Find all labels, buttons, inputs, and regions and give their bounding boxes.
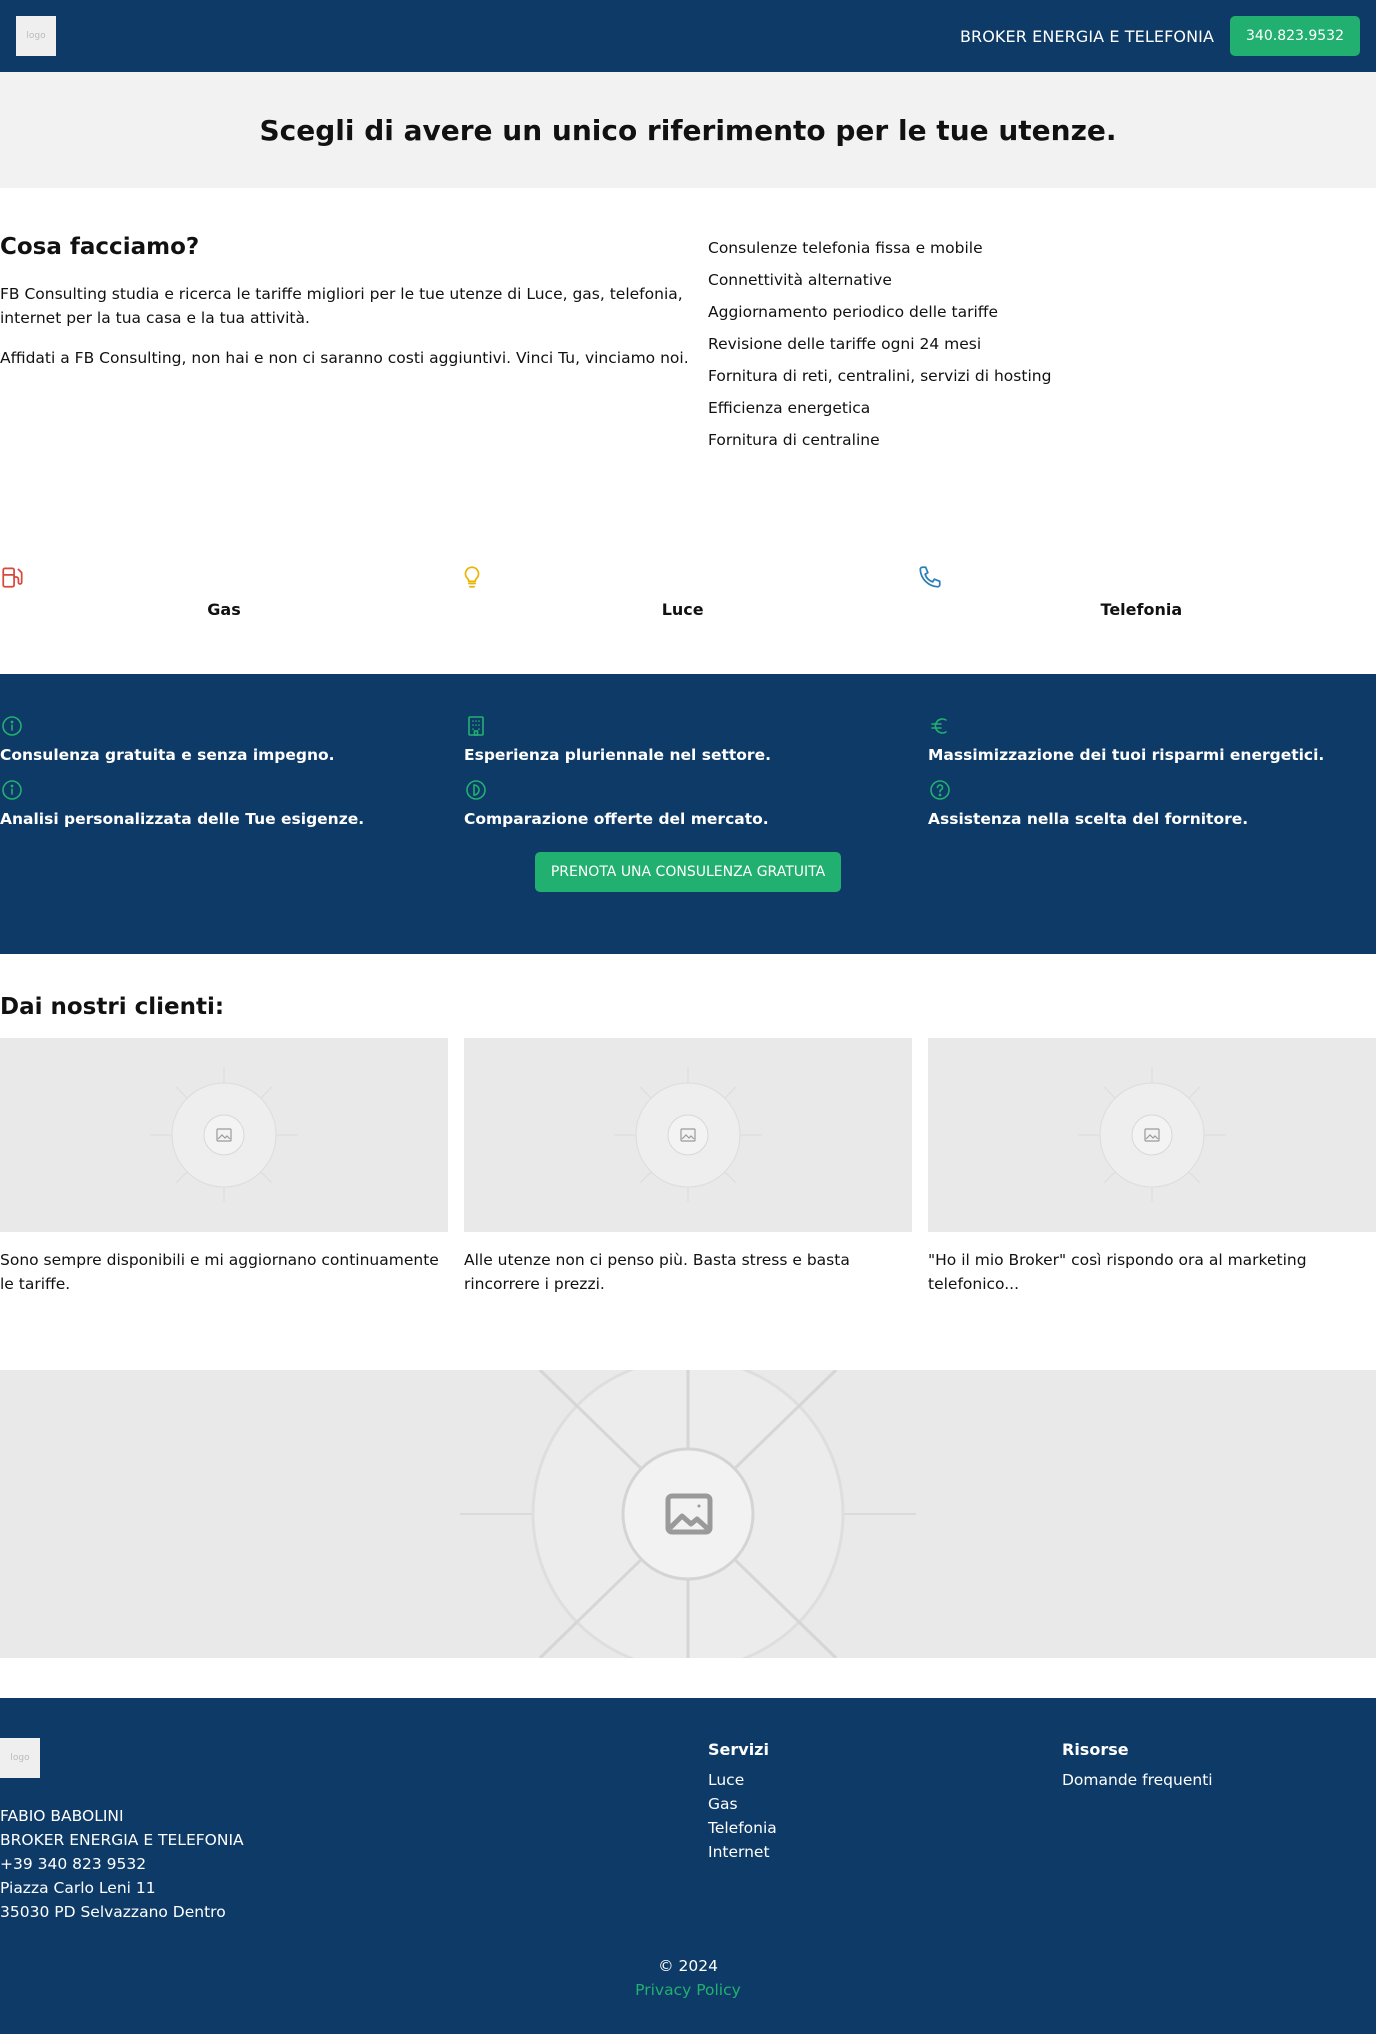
question-icon [930,780,950,800]
banner-image-placeholder [0,1370,1376,1658]
footer-resources: Risorse Domande frequenti [1062,1738,1213,1924]
benefit-item: Assistenza nella scelta del fornitore. [928,778,1376,828]
footer-bottom: © 2024 Privacy Policy [0,1954,1376,2002]
footer-logo[interactable]: logo [0,1738,40,1778]
testimonial-card: "Ho il mio Broker" così rispondo ora al … [928,1038,1376,1296]
footer-columns: logo FABIO BABOLINI BROKER ENERGIA E TEL… [0,1738,1376,1924]
benefit-item: Analisi personalizzata delle Tue esigenz… [0,778,464,828]
utility-label: Gas [207,600,241,619]
testimonial-card: Sono sempre disponibili e mi aggiornano … [0,1038,448,1296]
privacy-policy-link[interactable]: Privacy Policy [635,1981,741,1999]
utility-telefonia: Telefonia [917,554,1376,668]
service-item: Fornitura di reti, centralini, servizi d… [708,367,1052,385]
book-consultation-button[interactable]: PRENOTA UNA CONSULENZA GRATUITA [534,852,842,892]
testimonials-grid: Sono sempre disponibili e mi aggiornano … [0,1038,1376,1296]
benefits-grid: Consulenza gratuita e senza impegno. Esp… [0,714,1376,828]
logo-alt-text: logo [10,1753,30,1763]
site-logo[interactable]: logo [16,16,56,56]
utilities-row: Gas Luce Telefonia [0,554,1376,668]
logo-alt-text: logo [26,31,46,41]
intro-paragraph: FB Consulting studia e ricerca le tariff… [0,285,683,327]
footer-contact: logo FABIO BABOLINI BROKER ENERGIA E TEL… [0,1738,708,1924]
testimonial-card: Alle utenze non ci penso più. Basta stre… [464,1038,912,1296]
contact-line: FABIO BABOLINI [0,1807,124,1825]
benefit-text: Esperienza pluriennale nel settore. [464,746,771,764]
utility-gas: Gas [0,554,459,668]
footer-link-faq[interactable]: Domande frequenti [1062,1768,1213,1792]
image-placeholder-icon [150,1068,298,1202]
site-footer: logo FABIO BABOLINI BROKER ENERGIA E TEL… [0,1698,1376,2034]
footer-link-internet[interactable]: Internet [708,1840,1062,1864]
image-placeholder-icon [1078,1068,1226,1202]
building-icon [468,716,484,736]
service-item: Revisione delle tariffe ogni 24 mesi [708,335,982,353]
benefit-item: Comparazione offerte del mercato. [464,778,928,828]
image-placeholder-icon [614,1068,762,1202]
benefit-text: Massimizzazione dei tuoi risparmi energe… [928,746,1325,764]
benefit-item: Massimizzazione dei tuoi risparmi energe… [928,714,1376,764]
service-item: Fornitura di centraline [708,431,880,449]
info-icon [2,780,22,800]
footer-link-luce[interactable]: Luce [708,1768,1062,1792]
service-item: Aggiornamento periodico delle tariffe [708,303,998,321]
footer-link-telefonia[interactable]: Telefonia [708,1816,1062,1840]
benefit-text: Comparazione offerte del mercato. [464,810,769,828]
utility-label: Luce [661,600,704,619]
image-placeholder [928,1038,1376,1232]
compare-icon [466,780,486,800]
contact-line: +39 340 823 9532 [0,1855,147,1873]
hero-banner: Scegli di avere un unico riferimento per… [0,72,1376,188]
benefit-item: Esperienza pluriennale nel settore. [464,714,928,764]
top-navbar: logo BROKER ENERGIA E TELEFONIA 340.823.… [0,0,1376,72]
testimonial-text: "Ho il mio Broker" così rispondo ora al … [928,1251,1307,1293]
service-item: Efficienza energetica [708,399,871,417]
hero-title: Scegli di avere un unico riferimento per… [259,113,1117,147]
clients-title: Dai nostri clienti: [0,994,225,1020]
clients-section: Dai nostri clienti: Sono sempre disponib… [0,954,1376,1296]
phone-icon [919,566,941,588]
copyright: © 2024 [658,1957,718,1975]
benefit-text: Consulenza gratuita e senza impegno. [0,746,335,764]
lightbulb-icon [464,566,480,588]
nav-tagline: BROKER ENERGIA E TELEFONIA [959,26,1215,46]
footer-services-title: Servizi [708,1740,769,1759]
benefits-section: Consulenza gratuita e senza impegno. Esp… [0,674,1376,954]
nav-right: BROKER ENERGIA E TELEFONIA 340.823.9532 [960,16,1360,56]
image-placeholder [464,1038,912,1232]
utility-label: Telefonia [1100,600,1183,619]
benefit-text: Analisi personalizzata delle Tue esigenz… [0,810,365,828]
contact-line: Piazza Carlo Leni 11 [0,1879,156,1897]
cta-wrap: PRENOTA UNA CONSULENZA GRATUITA [0,852,1376,892]
benefit-text: Assistenza nella scelta del fornitore. [928,810,1249,828]
testimonial-text: Sono sempre disponibili e mi aggiornano … [0,1251,439,1293]
fuel-pump-icon [2,567,23,588]
info-icon [2,716,22,736]
footer-services: Servizi Luce Gas Telefonia Internet [708,1738,1062,1924]
footer-link-gas[interactable]: Gas [708,1792,1062,1816]
utility-luce: Luce [459,554,918,668]
service-item: Consulenze telefonia fissa e mobile [708,239,983,257]
contact-line: 35030 PD Selvazzano Dentro [0,1903,226,1921]
what-we-do-title: Cosa facciamo? [0,234,200,260]
contact-line: BROKER ENERGIA E TELEFONIA [0,1831,244,1849]
image-placeholder-icon [460,1370,916,1658]
intro-paragraph: Affidati a FB Consulting, non hai e non … [0,349,689,367]
footer-resources-title: Risorse [1062,1740,1129,1759]
service-item: Connettività alternative [708,271,892,289]
benefit-item: Consulenza gratuita e senza impegno. [0,714,464,764]
testimonial-text: Alle utenze non ci penso più. Basta stre… [464,1251,850,1293]
phone-button[interactable]: 340.823.9532 [1230,16,1360,56]
euro-icon [931,718,947,734]
image-placeholder [0,1038,448,1232]
